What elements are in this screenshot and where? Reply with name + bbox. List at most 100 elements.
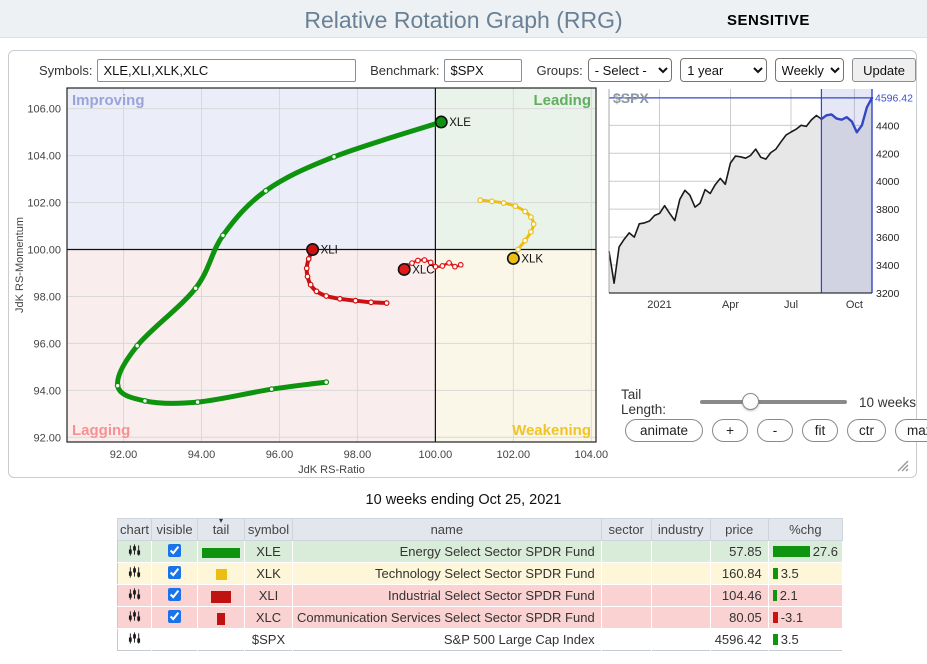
period-select[interactable]: 1 year	[680, 58, 766, 82]
head-label-XLI: XLI	[321, 245, 338, 257]
svg-text:3400: 3400	[876, 260, 900, 272]
symbol-cell: XLE	[245, 541, 293, 563]
rrg-chart[interactable]: ImprovingLeadingLaggingWeakening92.0094.…	[9, 79, 613, 477]
tail-swatch[interactable]	[211, 591, 231, 603]
price-cell: 160.84	[710, 563, 768, 585]
svg-text:98.00: 98.00	[33, 291, 61, 303]
head-XLI[interactable]	[307, 244, 318, 255]
head-label-XLC: XLC	[412, 264, 434, 276]
visible-checkbox[interactable]	[168, 566, 181, 579]
column-header-chg[interactable]: %chg	[768, 519, 842, 541]
column-header-sector[interactable]: sector	[601, 519, 651, 541]
industry-cell	[651, 541, 710, 563]
tail-swatch[interactable]	[216, 569, 227, 580]
chart-icon	[128, 565, 141, 579]
visible-checkbox[interactable]	[168, 588, 181, 601]
name-cell: Industrial Select Sector SPDR Fund	[293, 585, 602, 607]
price-cell: 80.05	[710, 607, 768, 629]
name-cell: Energy Select Sector SPDR Fund	[293, 541, 602, 563]
tail-swatch[interactable]	[202, 548, 240, 558]
open-chart-button[interactable]	[128, 543, 141, 557]
industry-cell	[651, 629, 710, 651]
svg-text:92.00: 92.00	[110, 449, 138, 461]
column-header-tail[interactable]: tail▾	[198, 519, 245, 541]
head-label-XLK: XLK	[521, 253, 543, 265]
interval-select[interactable]: Weekly	[775, 58, 845, 82]
symbols-table: chartvisibletail▾symbolnamesectorindustr…	[117, 518, 843, 651]
svg-text:94.00: 94.00	[33, 385, 61, 397]
svg-text:Oct: Oct	[846, 299, 863, 311]
chart-icon	[128, 543, 141, 557]
resize-handle-icon[interactable]	[895, 458, 909, 472]
groups-label: Groups:	[536, 63, 582, 78]
y-axis-label: JdK RS-Momentum	[14, 217, 26, 313]
price-cell: 104.46	[710, 585, 768, 607]
head-XLC[interactable]	[399, 264, 410, 275]
quadrant-leading	[435, 88, 596, 250]
tail-swatch[interactable]	[217, 613, 225, 625]
open-chart-button[interactable]	[128, 631, 141, 645]
last-price-label: 4596.42	[875, 92, 913, 104]
svg-text:4200: 4200	[876, 148, 900, 160]
svg-text:4400: 4400	[876, 120, 900, 132]
benchmark-mini-chart: 32003400360038004000420044004596.422021A…	[601, 81, 917, 321]
symbol-cell: $SPX	[245, 629, 293, 651]
visible-checkbox[interactable]	[168, 610, 181, 623]
column-header-symbol[interactable]: symbol	[245, 519, 293, 541]
industry-cell	[651, 563, 710, 585]
fit-button[interactable]: fit	[802, 419, 838, 442]
tail-length-slider[interactable]	[700, 400, 847, 404]
svg-text:Jul: Jul	[784, 299, 798, 311]
chart-icon	[128, 631, 141, 645]
column-header-price[interactable]: price	[710, 519, 768, 541]
svg-text:96.00: 96.00	[266, 449, 294, 461]
column-header-chart[interactable]: chart	[118, 519, 152, 541]
zoom-out-button[interactable]: -	[757, 419, 793, 442]
table-header: chartvisibletail▾symbolnamesectorindustr…	[118, 519, 843, 541]
column-header-visible[interactable]: visible	[152, 519, 198, 541]
sector-cell	[601, 629, 651, 651]
quadrant-label-weakening: Weakening	[512, 422, 591, 439]
open-chart-button[interactable]	[128, 587, 141, 601]
zoom-in-button[interactable]: +	[712, 419, 748, 442]
column-header-name[interactable]: name	[293, 519, 602, 541]
quadrant-label-improving: Improving	[72, 92, 145, 109]
chart-buttons: animate + - fit ctr max	[625, 419, 927, 442]
center-button[interactable]: ctr	[847, 419, 886, 442]
head-XLE[interactable]	[436, 116, 447, 127]
head-XLK[interactable]	[508, 253, 519, 264]
name-cell: Technology Select Sector SPDR Fund	[293, 563, 602, 585]
update-button[interactable]: Update	[852, 58, 916, 82]
pct-chg-cell: 2.1	[768, 585, 842, 607]
visible-checkbox[interactable]	[168, 544, 181, 557]
slider-handle[interactable]	[742, 393, 759, 410]
svg-text:102.00: 102.00	[497, 449, 531, 461]
open-chart-button[interactable]	[128, 609, 141, 623]
svg-text:104.00: 104.00	[27, 151, 61, 163]
industry-cell	[651, 585, 710, 607]
open-chart-button[interactable]	[128, 565, 141, 579]
x-axis-label: JdK RS-Ratio	[298, 464, 365, 476]
tail-length-control: Tail Length: 10 weeks	[621, 387, 916, 417]
name-cell: S&P 500 Large Cap Index	[293, 629, 602, 651]
header-bar: Relative Rotation Graph (RRG) SENSITIVE	[0, 0, 927, 38]
svg-text:92.00: 92.00	[33, 432, 61, 444]
svg-text:Apr: Apr	[722, 299, 739, 311]
column-header-industry[interactable]: industry	[651, 519, 710, 541]
tail-length-value: 10 weeks	[859, 395, 916, 410]
svg-text:104.00: 104.00	[574, 449, 608, 461]
name-cell: Communication Services Select Sector SPD…	[293, 607, 602, 629]
svg-text:4000: 4000	[876, 176, 900, 188]
sector-cell	[601, 541, 651, 563]
animate-button[interactable]: animate	[625, 419, 703, 442]
max-button[interactable]: max	[895, 419, 927, 442]
pct-chg-cell: 3.5	[768, 563, 842, 585]
svg-text:100.00: 100.00	[27, 245, 61, 257]
quadrant-label-leading: Leading	[533, 92, 591, 109]
pct-chg-cell: -3.1	[768, 607, 842, 629]
sector-cell	[601, 607, 651, 629]
svg-text:102.00: 102.00	[27, 198, 61, 210]
svg-text:3600: 3600	[876, 232, 900, 244]
svg-text:96.00: 96.00	[33, 338, 61, 350]
symbols-label: Symbols:	[39, 63, 92, 78]
